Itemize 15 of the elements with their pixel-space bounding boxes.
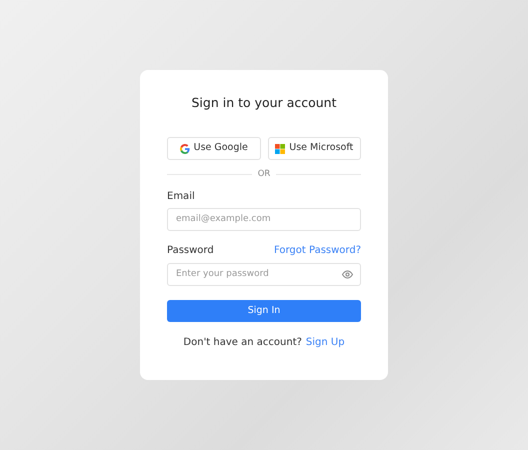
divider-label: OR	[258, 168, 270, 181]
google-logo-icon	[180, 144, 190, 154]
email-input-field[interactable]: email@example.com	[167, 208, 361, 231]
eye-icon[interactable]	[342, 270, 353, 279]
password-label: Password	[167, 244, 214, 257]
sign-in-button[interactable]: Sign In	[167, 300, 361, 322]
password-input-field[interactable]: Enter your password	[167, 262, 361, 286]
social-sign-in-button[interactable]: Use Google	[167, 137, 260, 160]
sign-up-link[interactable]: Sign Up	[306, 336, 345, 349]
email-label: Email	[167, 190, 196, 203]
card-title: Sign in to your account	[190, 95, 338, 111]
microsoft-logo-icon	[275, 144, 286, 154]
social-sign-in-button[interactable]: Use Microsoft	[268, 137, 361, 160]
sign-up-prompt: Don't have an account?	[183, 336, 302, 349]
forgot-password-link[interactable]: Forgot Password?	[274, 244, 361, 257]
